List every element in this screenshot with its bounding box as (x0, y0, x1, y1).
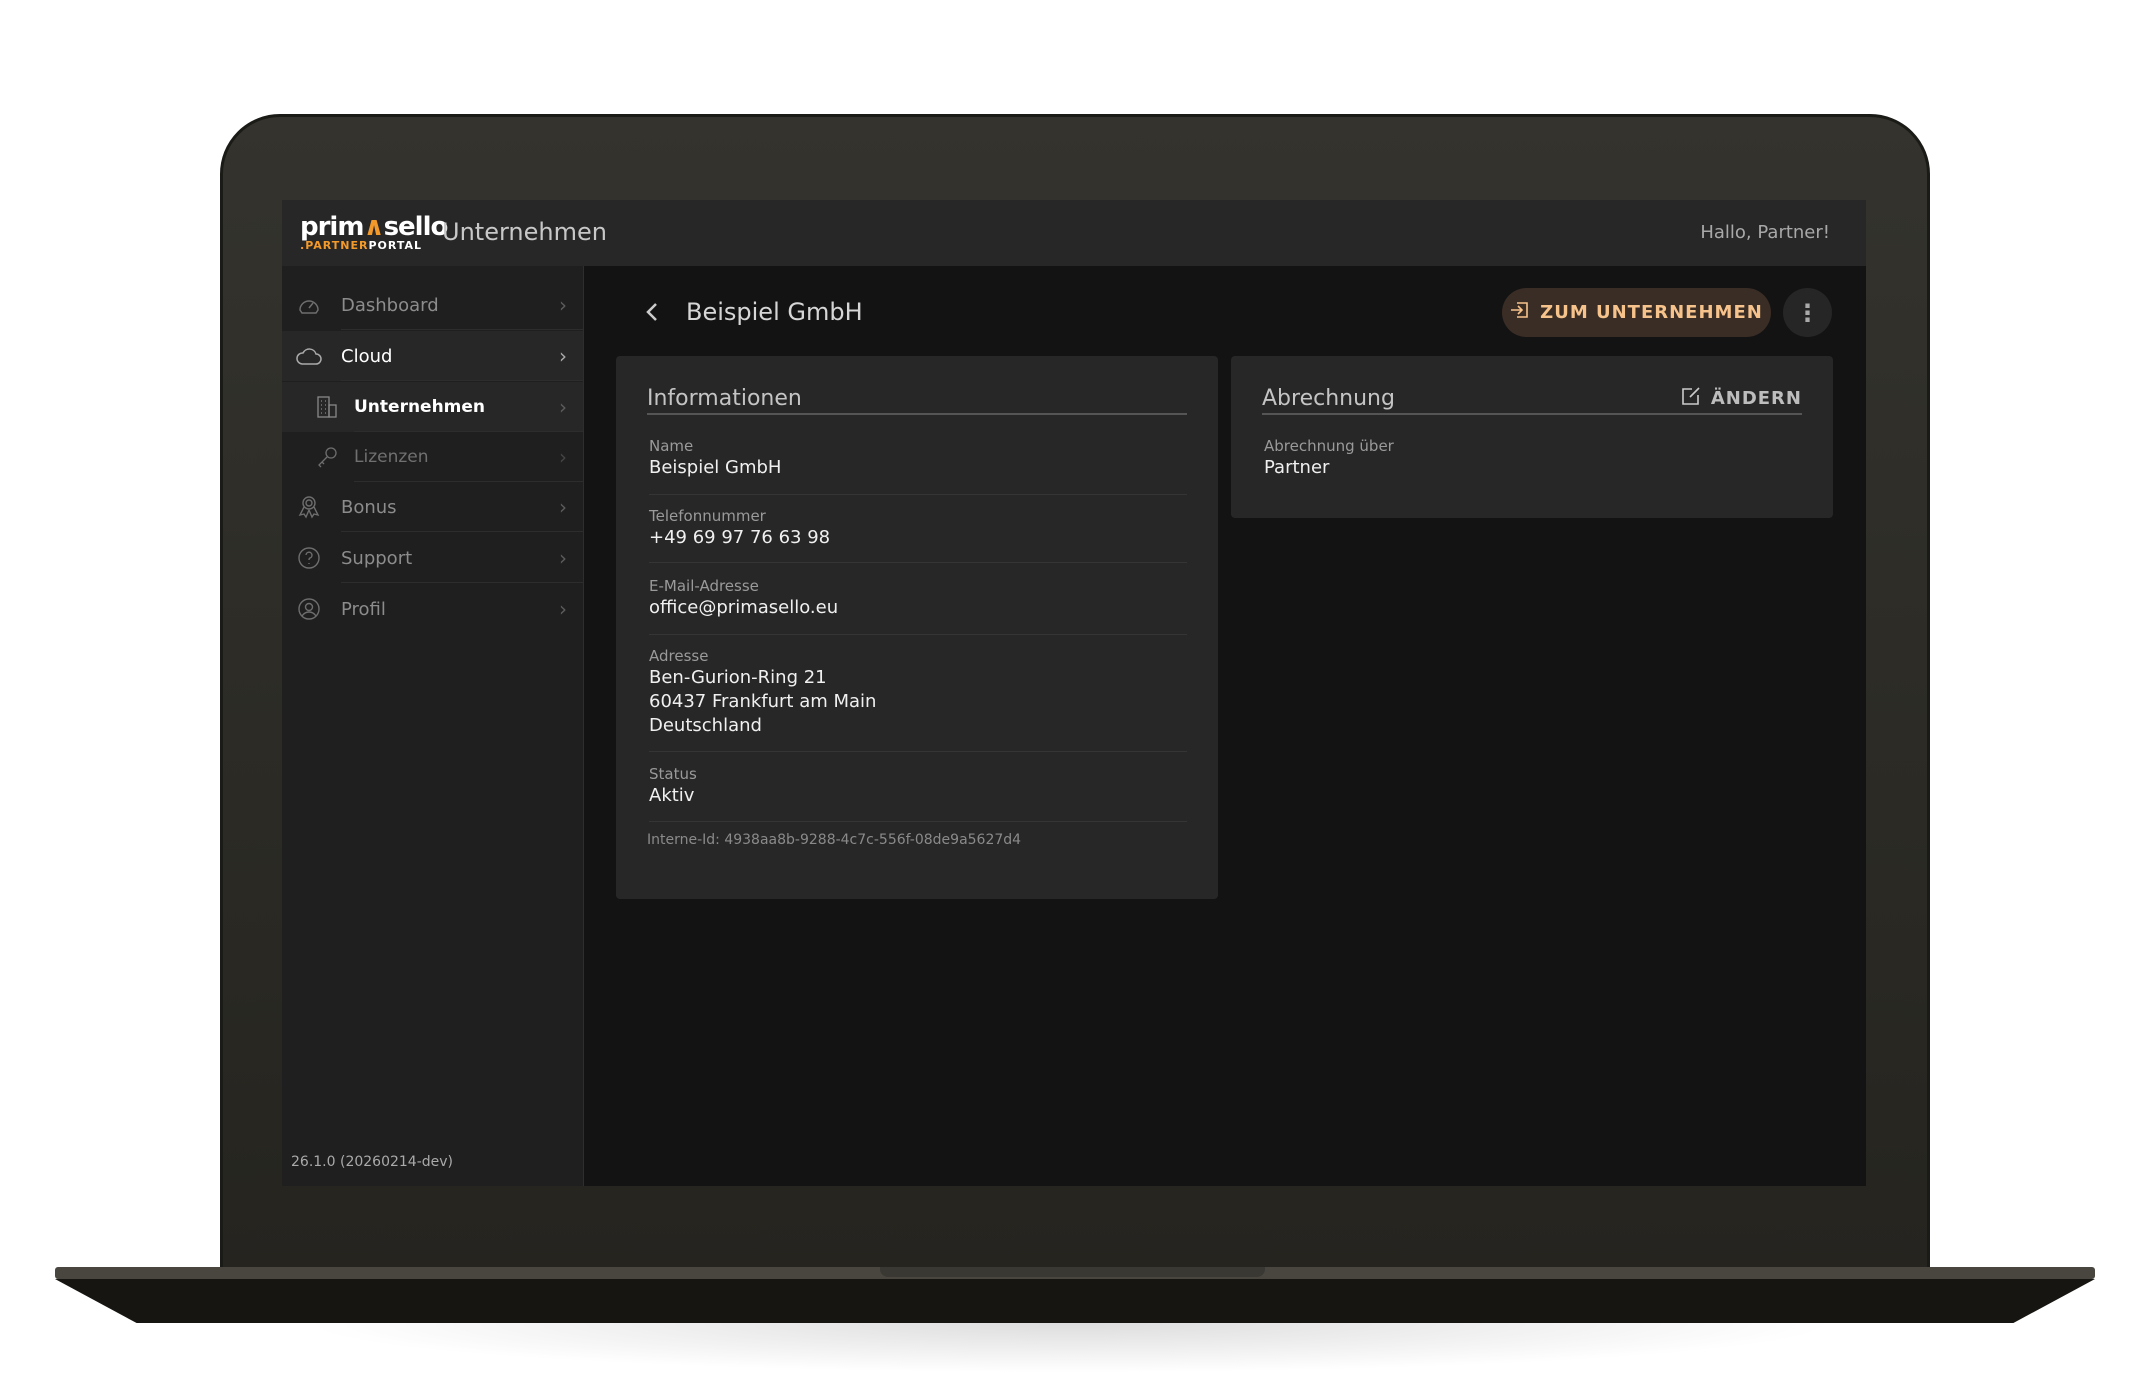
sidebar-item-label: Dashboard (341, 295, 439, 316)
help-icon (296, 545, 322, 571)
header-title: Unternehmen (442, 218, 607, 246)
logo[interactable]: prim∧sello .PARTNERPORTAL (300, 214, 447, 252)
sidebar-item-support[interactable]: Support › (282, 533, 583, 583)
field-name: Name Beispiel GmbH (649, 436, 1187, 495)
field-label: Abrechnung über (1264, 436, 1802, 456)
chevron-right-icon: › (559, 395, 567, 419)
user-icon (296, 596, 322, 622)
laptop-notch (880, 1267, 1265, 1277)
logo-text: sello (384, 212, 448, 242)
field-value: +49 69 97 76 63 98 (649, 526, 1187, 550)
cloud-icon (296, 343, 322, 369)
chevron-right-icon: › (559, 445, 567, 469)
button-label: ÄNDERN (1711, 388, 1802, 409)
edit-icon (1681, 386, 1701, 411)
sidebar-item-bonus[interactable]: Bonus › (282, 482, 583, 532)
field-label: Telefonnummer (649, 506, 1187, 526)
edit-billing-button[interactable]: ÄNDERN (1681, 386, 1802, 411)
chevron-right-icon: › (559, 495, 567, 519)
zum-unternehmen-button[interactable]: ZUM UNTERNEHMEN (1502, 288, 1771, 337)
top-bar: prim∧sello .PARTNERPORTAL Unternehmen Ha… (282, 200, 1866, 266)
sidebar-item-profil[interactable]: Profil › (282, 584, 583, 634)
field-label: E-Mail-Adresse (649, 576, 1187, 596)
field-adresse: Adresse Ben-Gurion-Ring 21 60437 Frankfu… (649, 646, 1187, 752)
sidebar-item-lizenzen[interactable]: Lizenzen › (282, 432, 583, 482)
sidebar: Dashboard › Cloud › Unternehmen › Lizenz… (282, 266, 584, 1186)
sidebar-item-label: Lizenzen (354, 447, 429, 467)
back-button[interactable] (644, 300, 660, 330)
address-line: 60437 Frankfurt am Main (649, 690, 1187, 714)
key-icon (314, 444, 340, 470)
chevron-right-icon: › (559, 344, 567, 368)
page-title: Beispiel GmbH (686, 298, 863, 326)
info-card: Informationen Name Beispiel GmbH Telefon… (616, 356, 1218, 899)
more-vertical-icon: ⋮ (1796, 299, 1820, 327)
field-value: Beispiel GmbH (649, 456, 1187, 480)
field-label: Status (649, 764, 1187, 784)
logo-sub: PARTNER (305, 239, 368, 252)
sidebar-item-dashboard[interactable]: Dashboard › (282, 280, 583, 330)
greeting: Hallo, Partner! (1700, 222, 1830, 243)
field-abrechnung: Abrechnung über Partner (1264, 436, 1802, 480)
logo-sub: PORTAL (368, 239, 422, 252)
award-icon (296, 494, 322, 520)
field-status: Status Aktiv (649, 764, 1187, 822)
chevron-right-icon: › (559, 597, 567, 621)
chevron-right-icon: › (559, 293, 567, 317)
button-label: ZUM UNTERNEHMEN (1540, 302, 1763, 323)
field-email: E-Mail-Adresse office@primasello.eu (649, 576, 1187, 635)
field-value: Partner (1264, 456, 1802, 480)
logo-mark: ∧ (363, 212, 383, 242)
sidebar-item-unternehmen[interactable]: Unternehmen › (282, 382, 583, 432)
field-label: Name (649, 436, 1187, 456)
billing-card: Abrechnung ÄNDERN Abrechnung über Partne… (1231, 356, 1833, 518)
logo-text: prim (300, 212, 363, 242)
sidebar-item-label: Support (341, 548, 412, 569)
app-version: 26.1.0 (20260214-dev) (291, 1154, 453, 1170)
sidebar-item-label: Cloud (341, 346, 392, 367)
internal-id: Interne-Id: 4938aa8b-9288-4c7c-556f-08de… (647, 832, 1021, 848)
sidebar-item-label: Profil (341, 599, 386, 620)
dashboard-icon (296, 292, 322, 318)
sidebar-item-label: Unternehmen (354, 397, 485, 417)
address-line: Ben-Gurion-Ring 21 (649, 666, 1187, 690)
field-value: office@primasello.eu (649, 596, 1187, 620)
field-label: Adresse (649, 646, 1187, 666)
card-title: Informationen (647, 386, 1187, 415)
sidebar-item-cloud[interactable]: Cloud › (282, 331, 583, 381)
sidebar-item-label: Bonus (341, 497, 397, 518)
chevron-right-icon: › (559, 546, 567, 570)
more-options-button[interactable]: ⋮ (1783, 288, 1832, 337)
field-telefon: Telefonnummer +49 69 97 76 63 98 (649, 506, 1187, 563)
login-icon (1510, 300, 1530, 325)
app-screen: prim∧sello .PARTNERPORTAL Unternehmen Ha… (282, 200, 1866, 1186)
address-line: Deutschland (649, 714, 1187, 738)
building-icon (314, 394, 340, 420)
field-value: Aktiv (649, 784, 1187, 808)
laptop-base (55, 1279, 2095, 1323)
laptop-shadow (300, 1323, 1840, 1373)
